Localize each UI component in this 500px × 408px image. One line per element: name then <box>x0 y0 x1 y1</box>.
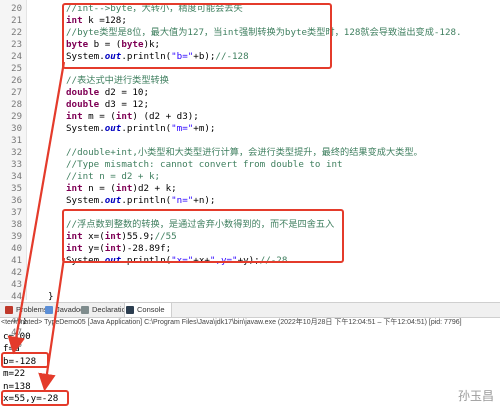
arrow-to-xy-output <box>38 257 66 392</box>
watermark: 孙玉昌 <box>457 389 494 403</box>
annotation-arrows <box>7 61 66 392</box>
